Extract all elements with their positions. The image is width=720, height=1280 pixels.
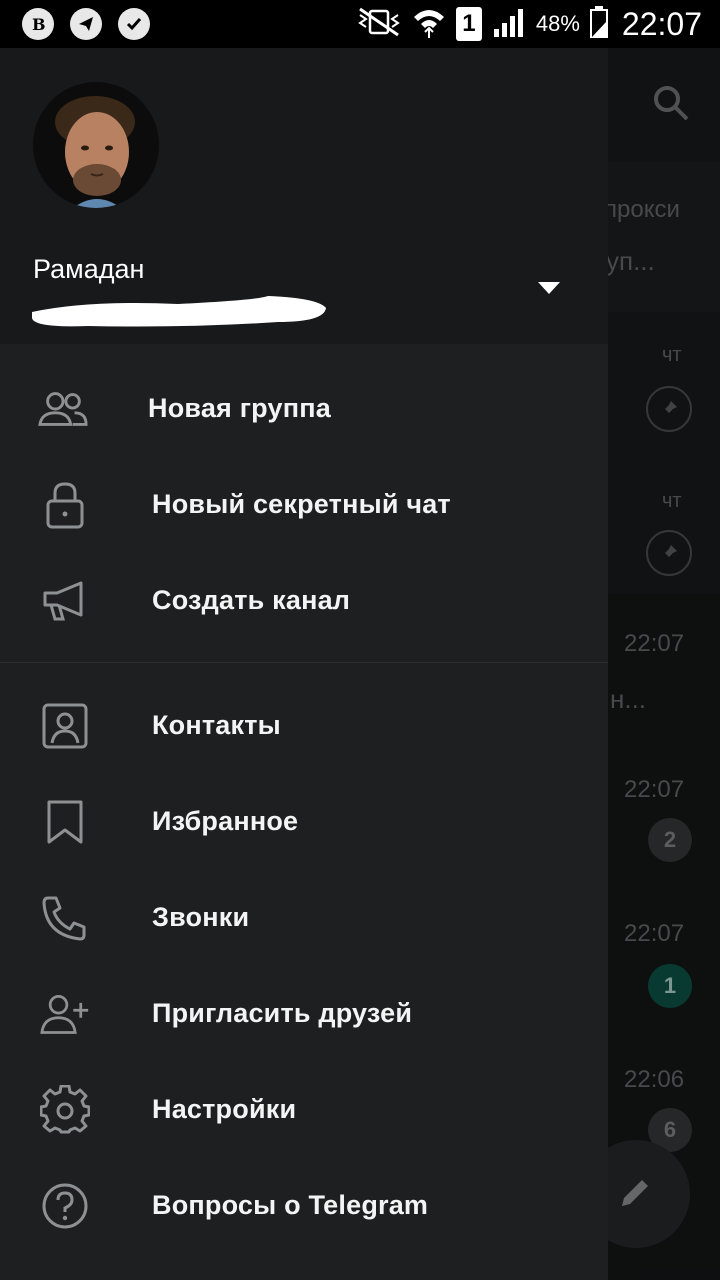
menu-item-saved[interactable]: Избранное (0, 773, 608, 869)
menu-item-new-group[interactable]: Новая группа (0, 360, 608, 456)
megaphone-icon (40, 576, 90, 626)
account-switch-arrow-icon[interactable] (536, 278, 562, 298)
menu-label: Новая группа (148, 392, 331, 423)
phone-icon (40, 893, 90, 943)
menu-label: Вопросы о Telegram (152, 1189, 429, 1220)
battery-icon (589, 5, 608, 43)
lock-icon (40, 480, 90, 530)
menu-label: Контакты (152, 709, 281, 740)
menu-item-secret-chat[interactable]: Новый секретный чат (0, 456, 608, 552)
user-name: Рамадан (33, 254, 145, 284)
wifi-icon (412, 5, 446, 44)
drawer-menu: Новая группа Новый секретный чат Создать… (0, 344, 608, 1253)
menu-item-settings[interactable]: Настройки (0, 1061, 608, 1157)
menu-label: Пригласить друзей (152, 997, 413, 1028)
check-icon (118, 8, 150, 40)
menu-item-telegram-faq[interactable]: Вопросы о Telegram (0, 1157, 608, 1253)
menu-label: Новый секретный чат (152, 488, 451, 519)
menu-item-contacts[interactable]: Контакты (0, 677, 608, 773)
avatar[interactable] (33, 82, 159, 208)
clock: 22:07 (621, 5, 702, 42)
sim-indicator: 1 (455, 7, 482, 41)
menu-divider (0, 662, 608, 663)
phone-number-redaction (28, 294, 330, 339)
gear-icon (40, 1085, 90, 1135)
menu-label: Настройки (152, 1093, 297, 1124)
battery-percent: 48% (535, 11, 580, 36)
status-bar: B 1 48% 22:07 (0, 0, 720, 48)
menu-item-invite-friends[interactable]: Пригласить друзей (0, 965, 608, 1061)
navigation-drawer: Рамадан Новая группа Новый секретный чат… (0, 48, 608, 1280)
svg-text:B: B (32, 15, 46, 34)
mute-vibrate-icon (356, 7, 402, 42)
menu-label: Звонки (152, 901, 250, 932)
menu-item-create-channel[interactable]: Создать канал (0, 552, 608, 648)
vk-icon: B (22, 8, 54, 40)
bookmark-icon (40, 797, 90, 847)
help-icon (40, 1181, 90, 1231)
menu-label: Избранное (152, 805, 299, 836)
telegram-icon (70, 8, 102, 40)
add-user-icon (40, 989, 90, 1039)
menu-item-calls[interactable]: Звонки (0, 869, 608, 965)
group-icon (38, 384, 88, 434)
menu-label: Создать канал (152, 584, 351, 615)
drawer-header: Рамадан (0, 48, 608, 344)
contact-icon (40, 701, 90, 751)
signal-icon (492, 7, 526, 42)
